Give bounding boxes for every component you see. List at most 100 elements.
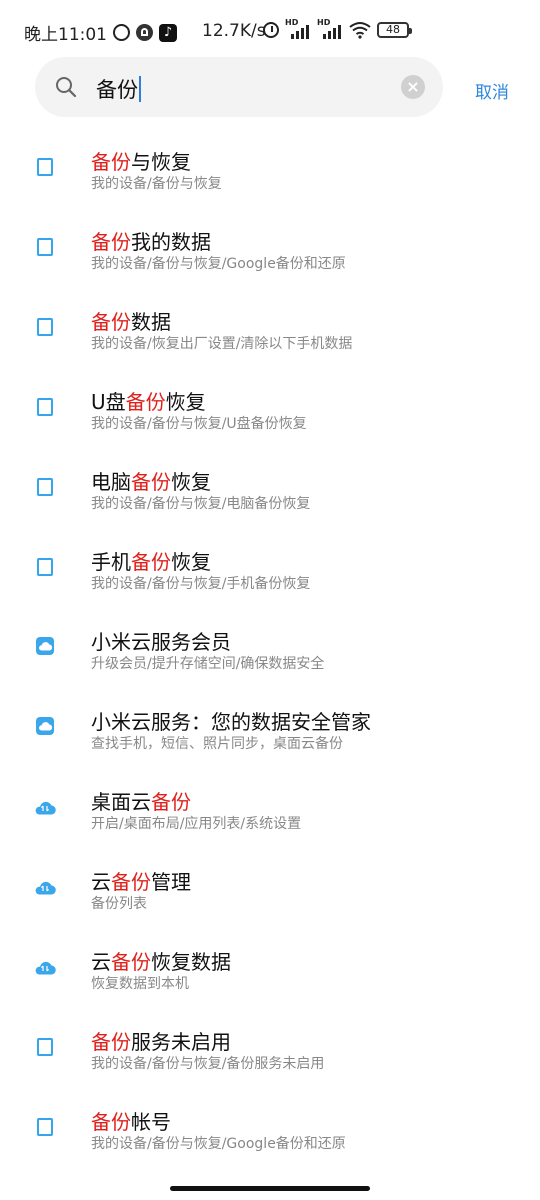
cancel-button[interactable]: 取消 bbox=[475, 78, 509, 103]
search-result-item[interactable]: 桌面云备份 开启/桌面布局/应用列表/系统设置 bbox=[0, 758, 540, 838]
search-result-item[interactable]: 备份服务未启用 我的设备/备份与恢复/备份服务未启用 bbox=[0, 998, 540, 1078]
mi-cloud-icon bbox=[36, 717, 54, 735]
cloud-sync-icon bbox=[34, 960, 56, 975]
title-suffix: 恢复 bbox=[165, 390, 206, 414]
search-result-item[interactable]: 手机备份恢复 我的设备/备份与恢复/手机备份恢复 bbox=[0, 518, 540, 598]
result-title: 备份数据 bbox=[91, 306, 171, 335]
home-indicator[interactable] bbox=[170, 1186, 370, 1191]
title-suffix: 数据 bbox=[131, 310, 171, 334]
title-highlight: 备份 bbox=[91, 150, 131, 174]
status-right: HD HD 48 bbox=[263, 18, 412, 40]
cloud-sync-icon bbox=[34, 800, 56, 815]
result-title: 备份服务未启用 bbox=[91, 1026, 231, 1055]
title-prefix: 小米云服务：您的数据安全管家 bbox=[91, 710, 371, 734]
sync-icon bbox=[113, 24, 130, 41]
title-suffix: 帐号 bbox=[131, 1110, 171, 1134]
phone-icon bbox=[37, 318, 53, 336]
result-title: 备份帐号 bbox=[91, 1106, 171, 1135]
search-result-item[interactable]: 备份与恢复我的设备/备份与恢复 bbox=[0, 118, 540, 198]
search-result-item[interactable]: 云备份恢复数据恢复数据到本机 bbox=[0, 918, 540, 998]
search-result-item[interactable]: 备份帐号 我的设备/备份与恢复/Google备份和还原 bbox=[0, 1078, 540, 1158]
search-query: 备份 bbox=[96, 78, 138, 102]
result-path: 查找手机，短信、照片同步，桌面云备份 bbox=[91, 736, 343, 752]
signal-icon: HD bbox=[317, 18, 343, 40]
battery-icon: 48 bbox=[377, 22, 412, 38]
result-title: 手机备份恢复 bbox=[91, 546, 211, 575]
result-title: 小米云服务会员 bbox=[91, 626, 231, 655]
result-path: 我的设备/备份与恢复/电脑备份恢复 bbox=[91, 496, 311, 512]
result-path: 我的设备/备份与恢复/U盘备份恢复 bbox=[91, 416, 307, 432]
title-suffix: 与恢复 bbox=[131, 150, 191, 174]
title-prefix: 手机 bbox=[91, 550, 131, 574]
title-prefix: 桌面云 bbox=[91, 790, 151, 814]
result-title: 桌面云备份 bbox=[91, 786, 191, 815]
title-highlight: 备份 bbox=[131, 470, 171, 494]
status-left: 晚上11:01 ♪ bbox=[24, 20, 177, 45]
title-highlight: 备份 bbox=[111, 870, 151, 894]
signal-icon: HD bbox=[285, 18, 311, 40]
result-path: 升级会员/提升存储空间/确保数据安全 bbox=[91, 656, 325, 672]
phone-icon bbox=[37, 558, 53, 576]
search-result-item[interactable]: U盘备份恢复 我的设备/备份与恢复/U盘备份恢复 bbox=[0, 358, 540, 438]
hd-label: HD bbox=[285, 18, 299, 27]
phone-icon bbox=[37, 398, 53, 416]
title-prefix: 云 bbox=[91, 870, 111, 894]
title-highlight: 备份 bbox=[91, 1110, 131, 1134]
result-title: 备份我的数据 bbox=[91, 226, 211, 255]
search-icon bbox=[56, 77, 77, 98]
hd-label: HD bbox=[317, 18, 331, 27]
title-suffix: 恢复 bbox=[171, 550, 211, 574]
title-highlight: 备份 bbox=[131, 550, 171, 574]
status-bar: 晚上11:01 ♪ 12.7K/s HD HD 48 bbox=[0, 0, 540, 62]
result-path: 开启/桌面布局/应用列表/系统设置 bbox=[91, 816, 302, 832]
title-suffix: 服务未启用 bbox=[131, 1030, 231, 1054]
text-cursor bbox=[139, 76, 141, 102]
security-shield-icon bbox=[136, 24, 153, 41]
phone-icon bbox=[37, 478, 53, 496]
network-speed: 12.7K/s bbox=[202, 21, 266, 41]
result-path: 我的设备/恢复出厂设置/清除以下手机数据 bbox=[91, 336, 353, 352]
search-input[interactable]: 备份 bbox=[96, 74, 141, 104]
result-title: U盘备份恢复 bbox=[91, 386, 206, 415]
mi-cloud-icon bbox=[36, 637, 54, 655]
title-prefix: 小米云服务会员 bbox=[91, 630, 231, 654]
phone-icon bbox=[37, 1118, 53, 1136]
title-highlight: 备份 bbox=[91, 1030, 131, 1054]
result-title: 电脑备份恢复 bbox=[91, 466, 211, 495]
result-path: 我的设备/备份与恢复/Google备份和还原 bbox=[91, 1136, 346, 1152]
title-suffix: 我的数据 bbox=[131, 230, 211, 254]
title-suffix: 恢复数据 bbox=[151, 950, 231, 974]
title-highlight: 备份 bbox=[111, 950, 151, 974]
phone-icon bbox=[37, 1038, 53, 1056]
search-bar[interactable]: 备份 × bbox=[35, 57, 443, 117]
search-result-item[interactable]: 备份我的数据 我的设备/备份与恢复/Google备份和还原 bbox=[0, 198, 540, 278]
title-prefix: 云 bbox=[91, 950, 111, 974]
search-result-item[interactable]: 云备份管理 备份列表 bbox=[0, 838, 540, 918]
cloud-sync-icon bbox=[34, 880, 56, 895]
title-highlight: 备份 bbox=[151, 790, 191, 814]
result-path: 恢复数据到本机 bbox=[91, 976, 189, 992]
result-path: 我的设备/备份与恢复/手机备份恢复 bbox=[91, 576, 311, 592]
title-suffix: 恢复 bbox=[171, 470, 211, 494]
title-highlight: 备份 bbox=[125, 390, 166, 414]
title-highlight: 备份 bbox=[91, 310, 131, 334]
title-suffix: 管理 bbox=[151, 870, 191, 894]
search-result-item[interactable]: 备份数据 我的设备/恢复出厂设置/清除以下手机数据 bbox=[0, 278, 540, 358]
title-prefix: U盘 bbox=[91, 390, 126, 414]
search-result-item[interactable]: 小米云服务会员升级会员/提升存储空间/确保数据安全 bbox=[0, 598, 540, 678]
tiktok-icon: ♪ bbox=[159, 23, 177, 42]
alarm-icon bbox=[263, 22, 279, 38]
title-highlight: 备份 bbox=[91, 230, 131, 254]
result-path: 我的设备/备份与恢复 bbox=[91, 176, 222, 192]
result-path: 备份列表 bbox=[91, 896, 147, 912]
status-time: 晚上11:01 bbox=[24, 25, 107, 45]
phone-icon bbox=[37, 158, 53, 176]
result-path: 我的设备/备份与恢复/Google备份和还原 bbox=[91, 256, 346, 272]
search-result-item[interactable]: 小米云服务：您的数据安全管家查找手机，短信、照片同步，桌面云备份 bbox=[0, 678, 540, 758]
search-result-item[interactable]: 电脑备份恢复 我的设备/备份与恢复/电脑备份恢复 bbox=[0, 438, 540, 518]
phone-icon bbox=[37, 238, 53, 256]
result-path: 我的设备/备份与恢复/备份服务未启用 bbox=[91, 1056, 325, 1072]
clear-icon[interactable]: × bbox=[401, 75, 425, 99]
result-title: 云备份管理 bbox=[91, 866, 191, 895]
result-title: 小米云服务：您的数据安全管家 bbox=[91, 706, 371, 735]
